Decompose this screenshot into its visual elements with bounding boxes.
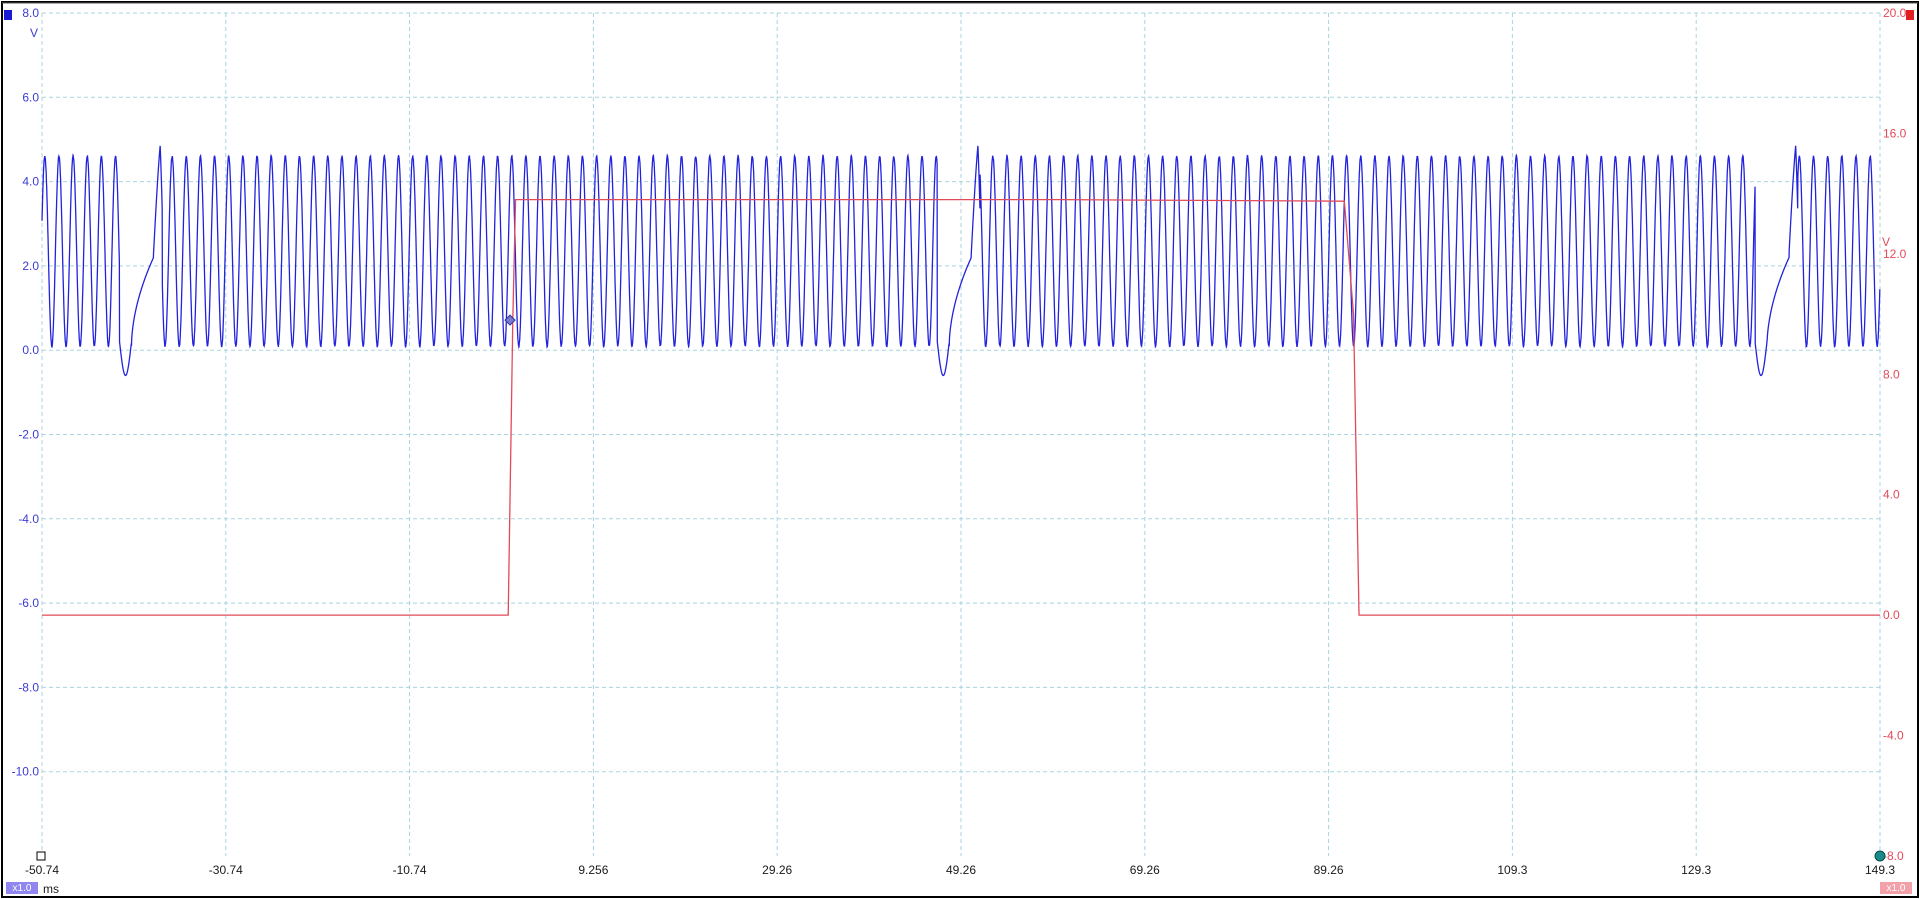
grid (41, 12, 1881, 856)
x-axis: -50.74 -30.74 -10.74 9.256 29.26 49.26 69.26 89… (25, 863, 1895, 877)
right-tick-label: -8.0 (1883, 849, 1904, 863)
left-tick-label: 6.0 (22, 90, 39, 104)
x-tick-label: 129.3 (1681, 863, 1711, 877)
x-tick-label: 149.3 (1865, 863, 1895, 877)
left-axis: 8.0 6.0 4.0 2.0 0.0 -2.0 -4.0 -6.0 -8.0 -10.0 (12, 6, 40, 779)
x-tick-label: 29.26 (762, 863, 792, 877)
x-tick-label: -10.74 (393, 863, 427, 877)
right-axis-unit: V (1882, 235, 1890, 249)
left-time-cursor-handle[interactable] (36, 851, 46, 861)
x-tick-label: 9.256 (578, 863, 608, 877)
left-zoom-label: x1.0 (13, 883, 32, 894)
right-time-cursor-handle[interactable] (1874, 850, 1886, 862)
right-tick-label: 20.0 (1883, 6, 1907, 20)
left-tick-label: -8.0 (18, 680, 39, 694)
left-axis-unit: V (30, 26, 38, 40)
left-tick-label: 8.0 (22, 6, 39, 20)
right-tick-label: 8.0 (1883, 367, 1900, 381)
right-zoom-label: x1.0 (1887, 883, 1906, 894)
left-channel-indicator[interactable] (4, 10, 12, 20)
right-axis: 20.016.012.08.04.00.0-4.0-8.0 (1883, 6, 1907, 863)
left-tick-label: 4.0 (22, 175, 39, 189)
left-tick-label: 2.0 (22, 259, 39, 273)
x-tick-label: -30.74 (209, 863, 243, 877)
left-tick-label: -4.0 (18, 512, 39, 526)
x-tick-label: 89.26 (1314, 863, 1344, 877)
right-tick-label: -4.0 (1883, 729, 1904, 743)
left-tick-label: 0.0 (22, 343, 39, 357)
x-tick-label: 109.3 (1497, 863, 1527, 877)
oscilloscope-chart: 8.0 6.0 4.0 2.0 0.0 -2.0 -4.0 -6.0 -8.0 -10.0 20.… (1, 1, 1919, 898)
right-tick-label: 0.0 (1883, 608, 1900, 622)
left-tick-label: -10.0 (12, 765, 40, 779)
left-tick-label: -6.0 (18, 596, 39, 610)
x-tick-label: -50.74 (25, 863, 59, 877)
right-tick-label: 16.0 (1883, 126, 1907, 140)
x-tick-label: 69.26 (1130, 863, 1160, 877)
x-tick-label: 49.26 (946, 863, 976, 877)
left-tick-label: -2.0 (18, 428, 39, 442)
plot-frame (1, 1, 1919, 898)
right-channel-indicator[interactable] (1906, 10, 1914, 20)
x-axis-unit: ms (43, 882, 59, 896)
right-tick-label: 4.0 (1883, 488, 1900, 502)
